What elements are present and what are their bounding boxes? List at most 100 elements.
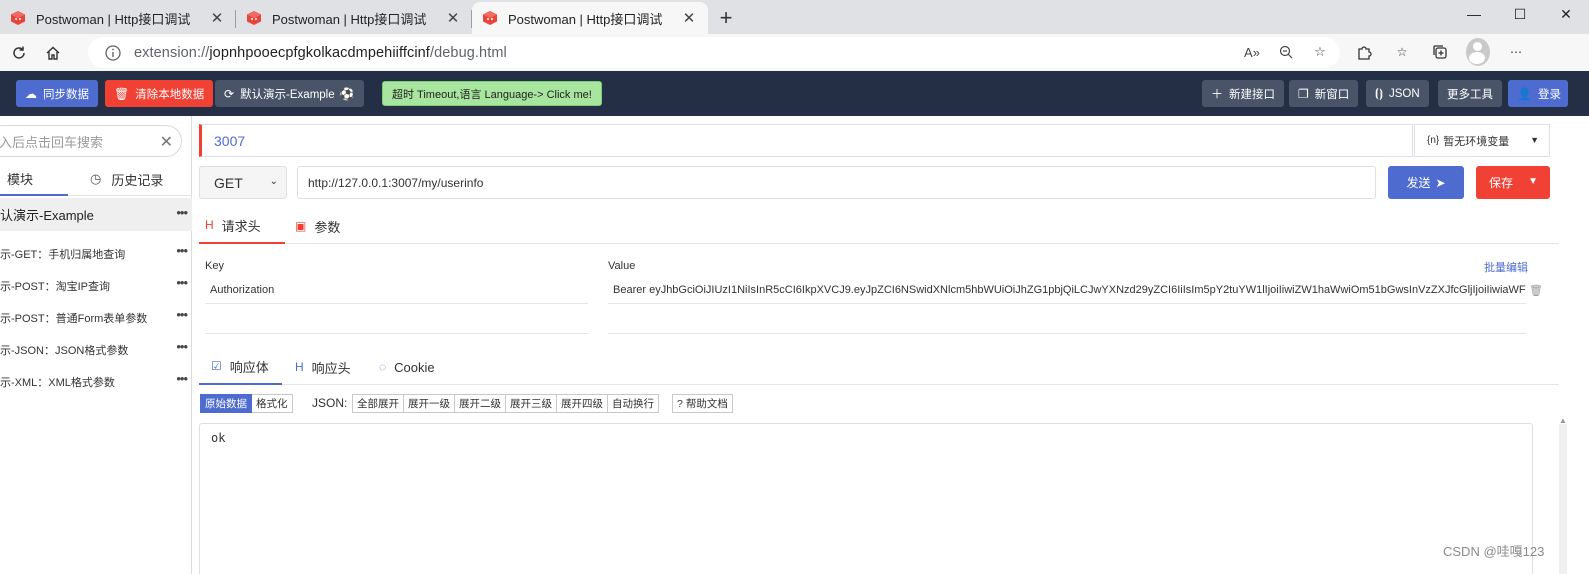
header-icon: H bbox=[205, 218, 214, 232]
expand-level-3-button[interactable]: 展开三级 bbox=[506, 394, 557, 413]
tab-cookie[interactable]: ◌ Cookie bbox=[379, 349, 435, 385]
more-icon[interactable]: ••• bbox=[176, 339, 188, 354]
login-button[interactable]: 👤 登录 bbox=[1508, 80, 1568, 107]
more-icon[interactable]: ••• bbox=[176, 275, 188, 290]
postwoman-favicon bbox=[247, 11, 261, 25]
cloud-upload-icon: ☁ bbox=[25, 86, 37, 101]
new-window-button[interactable]: ❐ 新窗口 bbox=[1289, 80, 1359, 107]
format-button[interactable]: 格式化 bbox=[252, 394, 293, 413]
reload-icon[interactable] bbox=[4, 38, 34, 68]
trash-icon[interactable]: 🗑 bbox=[1529, 284, 1543, 297]
help-docs-button[interactable]: ? 帮助文档 bbox=[672, 394, 733, 413]
tab-params[interactable]: ▣ 参数 bbox=[295, 208, 340, 244]
expand-level-1-button[interactable]: 展开一级 bbox=[404, 394, 455, 413]
read-aloud-icon[interactable]: A» bbox=[1242, 42, 1262, 62]
new-tab-button[interactable]: + bbox=[712, 4, 740, 32]
search-input[interactable]: 入后点击回车搜索 ✕ bbox=[0, 125, 182, 157]
tab-response-headers-label: 响应头 bbox=[311, 360, 351, 376]
bulk-edit-link[interactable]: 批量编辑 bbox=[1484, 259, 1528, 275]
refresh-icon: ⟳ bbox=[224, 86, 235, 101]
home-icon[interactable] bbox=[38, 38, 68, 68]
plus-icon: ＋ bbox=[1211, 87, 1224, 101]
expand-all-label: 全部展开 bbox=[357, 398, 399, 410]
request-url-input[interactable]: http://127.0.0.1:3007/my/userinfo bbox=[297, 166, 1376, 199]
sync-data-button[interactable]: ☁ 同步数据 bbox=[16, 80, 98, 107]
favorites-icon[interactable]: ☆ bbox=[1390, 38, 1414, 66]
kv-key-header: Key bbox=[205, 260, 224, 272]
caret-down-icon[interactable]: ▼ bbox=[1528, 176, 1538, 187]
browser-tab[interactable]: Postwoman | Http接口调试 ✕ bbox=[236, 2, 472, 34]
environment-select[interactable]: {n} 暂无环境变量 ▼ bbox=[1414, 124, 1550, 157]
more-tools-label: 更多工具 bbox=[1447, 88, 1493, 101]
request-name-input[interactable]: 3007 bbox=[199, 124, 1413, 157]
scrollbar[interactable]: ▲ bbox=[1559, 116, 1569, 574]
tab-response-body[interactable]: ☑ 响应体 bbox=[199, 349, 282, 385]
info-icon[interactable] bbox=[104, 44, 122, 62]
sidebar-item[interactable]: 示-JSON：JSON格式参数 ••• bbox=[0, 334, 192, 366]
sidebar-item-label: 示-XML：XML格式参数 bbox=[0, 377, 115, 389]
more-icon[interactable]: ••• bbox=[176, 307, 188, 322]
sidebar-group[interactable]: 认演示-Example ••• bbox=[0, 198, 192, 231]
collections-icon[interactable] bbox=[1428, 38, 1452, 66]
response-tabs: ☑ 响应体 H 响应头 ◌ Cookie bbox=[199, 349, 1559, 385]
empty-key-cell[interactable] bbox=[205, 306, 588, 334]
extensions-icon[interactable] bbox=[1352, 38, 1376, 66]
expand-level-2-button[interactable]: 展开二级 bbox=[455, 394, 506, 413]
method-select[interactable]: GET ⌄ bbox=[199, 166, 287, 199]
paper-plane-icon: ➤ bbox=[1435, 175, 1446, 190]
close-icon[interactable]: ✕ bbox=[208, 9, 226, 27]
sidebar-item[interactable]: 示-GET：手机归属地查询 ••• bbox=[0, 238, 192, 270]
tab-response-headers[interactable]: H 响应头 bbox=[295, 349, 351, 385]
close-window-icon[interactable]: ✕ bbox=[1543, 0, 1589, 28]
timeout-language-button[interactable]: 超时 Timeout,语言 Language-> Click me! bbox=[382, 81, 602, 106]
more-menu-icon[interactable]: ⋯ bbox=[1504, 38, 1528, 66]
more-icon[interactable]: ••• bbox=[176, 205, 188, 220]
response-body[interactable]: ok bbox=[199, 423, 1533, 574]
help-docs-label: 帮助文档 bbox=[685, 398, 728, 410]
zoom-icon[interactable] bbox=[1276, 42, 1296, 62]
clear-search-icon[interactable]: ✕ bbox=[160, 132, 173, 152]
save-button[interactable]: 保存 ▼ bbox=[1476, 166, 1550, 199]
scrollbar-thumb[interactable] bbox=[1559, 424, 1567, 574]
add-favorite-icon[interactable]: ☆ bbox=[1310, 42, 1330, 62]
more-tools-button[interactable]: 更多工具 bbox=[1438, 80, 1502, 107]
close-icon[interactable]: ✕ bbox=[680, 9, 698, 27]
help-group: ? 帮助文档 bbox=[672, 394, 733, 413]
profile-avatar[interactable] bbox=[1466, 38, 1490, 66]
more-icon[interactable]: ••• bbox=[176, 243, 188, 258]
sidebar-item[interactable]: 示-POST：普通Form表单参数 ••• bbox=[0, 302, 192, 334]
default-demo-button[interactable]: ⟳ 默认演示-Example ⚽ bbox=[215, 80, 364, 107]
tab-modules[interactable]: 模块 bbox=[0, 162, 68, 196]
browser-tab[interactable]: Postwoman | Http接口调试 ✕ bbox=[0, 2, 236, 34]
expand-level-4-button[interactable]: 展开四级 bbox=[557, 394, 608, 413]
url-text: extension://jopnhpooecpfgkolkacdmpehiiff… bbox=[134, 45, 507, 61]
word-wrap-button[interactable]: 自动换行 bbox=[608, 394, 659, 413]
tab-history[interactable]: ◷ 历史记录 bbox=[68, 162, 163, 196]
close-icon[interactable]: ✕ bbox=[444, 9, 462, 27]
environment-label: 暂无环境变量 bbox=[1443, 135, 1510, 148]
clear-local-data-button[interactable]: 🗑 清除本地数据 bbox=[105, 80, 214, 107]
browser-tab-title: Postwoman | Http接口调试 bbox=[508, 11, 663, 27]
sidebar-item-label: 示-JSON：JSON格式参数 bbox=[0, 345, 129, 357]
raw-data-button[interactable]: 原始数据 bbox=[200, 394, 252, 413]
url-bar[interactable]: extension://jopnhpooecpfgkolkacdmpehiiff… bbox=[88, 37, 1340, 68]
maximize-icon[interactable]: ☐ bbox=[1497, 0, 1543, 28]
json-button[interactable]: ⦗⦘ JSON bbox=[1366, 80, 1429, 107]
empty-value-cell[interactable] bbox=[608, 306, 1526, 334]
header-value-cell[interactable]: Bearer eyJhbGciOiJIUzI1NiIsInR5cCI6IkpXV… bbox=[608, 276, 1526, 304]
code-icon: ▣ bbox=[295, 219, 307, 233]
sidebar-item[interactable]: 示-XML：XML格式参数 ••• bbox=[0, 366, 192, 398]
browser-tab-active[interactable]: Postwoman | Http接口调试 ✕ bbox=[472, 2, 708, 34]
new-api-button[interactable]: ＋ 新建接口 bbox=[1202, 80, 1285, 107]
header-key-cell[interactable]: Authorization bbox=[205, 276, 588, 304]
minimize-icon[interactable]: — bbox=[1451, 0, 1497, 28]
tab-history-label: 历史记录 bbox=[111, 172, 164, 188]
expand-all-button[interactable]: 全部展开 bbox=[352, 394, 404, 413]
send-button[interactable]: 发送 ➤ bbox=[1388, 166, 1464, 199]
tab-request-headers[interactable]: H 请求头 bbox=[199, 208, 285, 244]
url-scheme: extension:// bbox=[134, 44, 210, 61]
more-icon[interactable]: ••• bbox=[176, 371, 188, 386]
sidebar-group-label: 认演示-Example bbox=[0, 208, 94, 223]
sidebar-item[interactable]: 示-POST：淘宝IP查询 ••• bbox=[0, 270, 192, 302]
login-label: 登录 bbox=[1537, 88, 1561, 101]
